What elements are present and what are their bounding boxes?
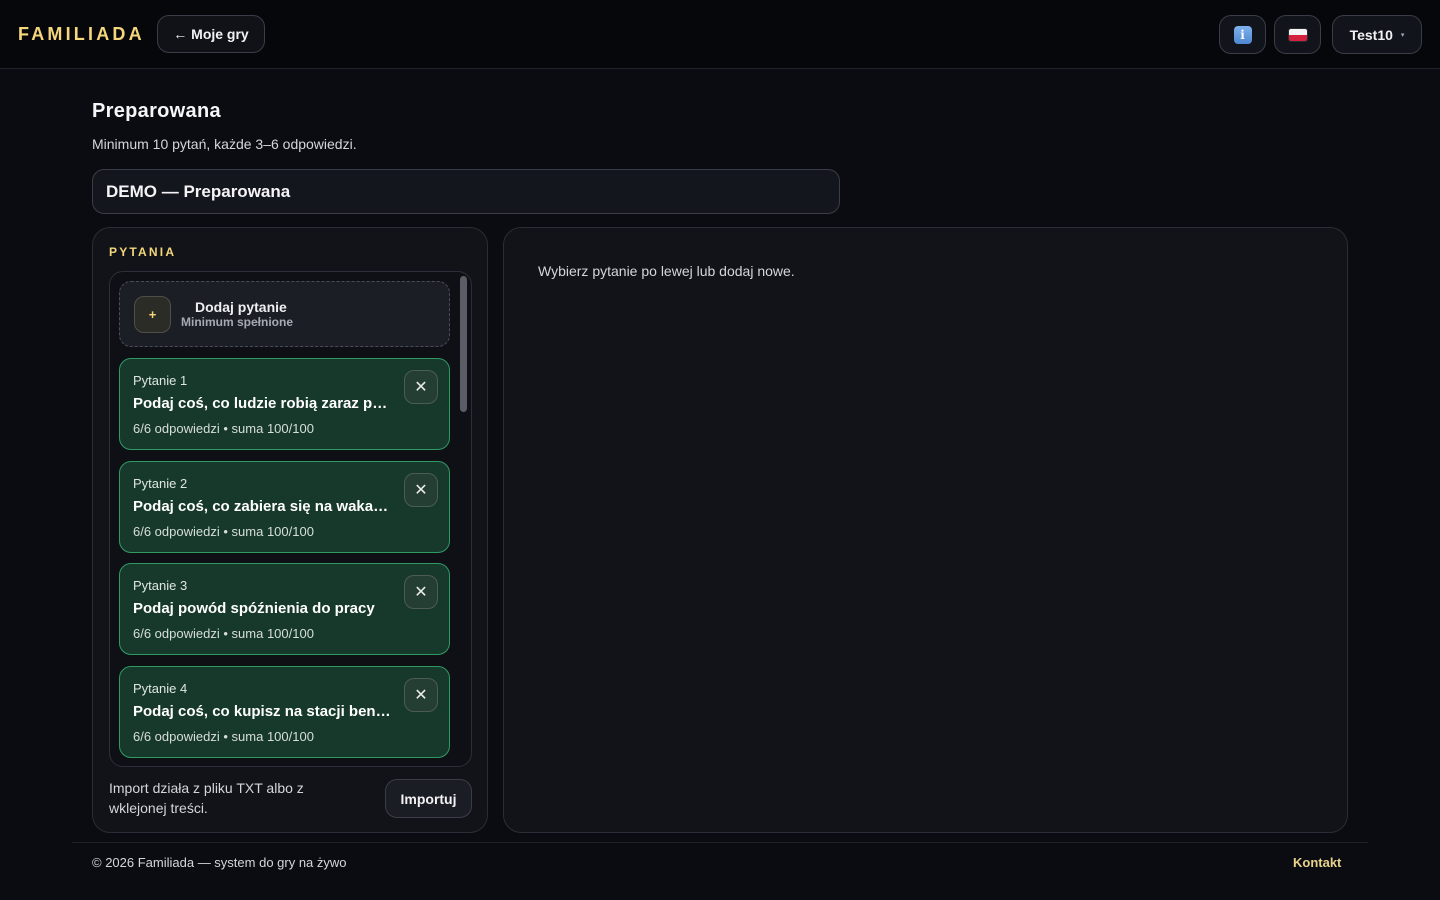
meta-separator: • (223, 524, 228, 539)
top-bar: FAMILIADA ← Moje gry i Test10 ▾ (0, 0, 1440, 69)
question-card-4[interactable]: Pytanie 4 Podaj coś, co kupisz na stacji… (119, 666, 450, 758)
question-number: Pytanie 2 (133, 476, 188, 491)
user-name: Test10 (1349, 26, 1393, 43)
question-text: Podaj coś, co kupisz na stacji benzynowe… (133, 703, 393, 720)
info-button[interactable]: i (1219, 15, 1266, 54)
info-icon: i (1233, 25, 1252, 44)
question-meta: 6/6 odpowiedzi • suma 100/100 (133, 421, 314, 436)
brand-logo[interactable]: FAMILIADA (18, 24, 145, 45)
question-text: Podaj coś, co ludzie robią zaraz po prze… (133, 395, 393, 412)
user-menu-button[interactable]: Test10 ▾ (1332, 15, 1422, 54)
back-to-my-games-button[interactable]: ← Moje gry (157, 15, 265, 53)
game-name-input[interactable] (92, 169, 840, 214)
question-answers-count: 6/6 odpowiedzi (133, 729, 220, 744)
delete-question-button[interactable]: ✕ (404, 678, 438, 712)
question-meta: 6/6 odpowiedzi • suma 100/100 (133, 626, 314, 641)
question-text: Podaj powód spóźnienia do pracy (133, 600, 375, 617)
question-editor-panel: Wybierz pytanie po lewej lub dodaj nowe. (503, 227, 1348, 833)
close-icon: ✕ (414, 584, 428, 601)
delete-question-button[interactable]: ✕ (404, 370, 438, 404)
question-answers-count: 6/6 odpowiedzi (133, 626, 220, 641)
add-question-card[interactable]: + Dodaj pytanie Minimum spełnione (119, 281, 450, 347)
question-meta: 6/6 odpowiedzi • suma 100/100 (133, 729, 314, 744)
page-subtitle: Minimum 10 pytań, każde 3–6 odpowiedzi. (92, 136, 357, 152)
poland-flag-icon (1288, 28, 1307, 41)
question-card-2[interactable]: Pytanie 2 Podaj coś, co zabiera się na w… (119, 461, 450, 553)
plus-icon: + (134, 296, 171, 333)
question-number: Pytanie 4 (133, 681, 188, 696)
questions-list-scrollbar[interactable] (460, 276, 467, 412)
import-note: Import działa z pliku TXT albo z wklejon… (109, 780, 304, 816)
question-points-sum: suma 100/100 (231, 524, 314, 539)
question-answers-count: 6/6 odpowiedzi (133, 421, 220, 436)
question-meta: 6/6 odpowiedzi • suma 100/100 (133, 524, 314, 539)
footer-copyright: © 2026 Familiada — system do gry na żywo (92, 855, 347, 870)
question-card-1[interactable]: Pytanie 1 Podaj coś, co ludzie robią zar… (119, 358, 450, 450)
question-number: Pytanie 1 (133, 373, 188, 388)
language-button[interactable] (1274, 15, 1321, 54)
question-points-sum: suma 100/100 (231, 626, 314, 641)
footer-divider (72, 842, 1368, 843)
delete-question-button[interactable]: ✕ (404, 575, 438, 609)
contact-link[interactable]: Kontakt (1293, 855, 1341, 870)
caret-down-icon: ▾ (1400, 31, 1405, 39)
page-title: Preparowana (92, 100, 221, 122)
question-points-sum: suma 100/100 (231, 421, 314, 436)
import-button[interactable]: Importuj (385, 779, 472, 818)
questions-list[interactable]: + Dodaj pytanie Minimum spełnione Pytani… (109, 271, 472, 767)
question-number: Pytanie 3 (133, 578, 188, 593)
questions-panel: PYTANIA + Dodaj pytanie Minimum spełnion… (92, 227, 488, 833)
editor-empty-hint: Wybierz pytanie po lewej lub dodaj nowe. (538, 263, 795, 279)
meta-separator: • (223, 729, 228, 744)
question-points-sum: suma 100/100 (231, 729, 314, 744)
question-answers-count: 6/6 odpowiedzi (133, 524, 220, 539)
meta-separator: • (223, 421, 228, 436)
add-question-subtitle: Minimum spełnione (181, 315, 294, 329)
close-icon: ✕ (414, 482, 428, 499)
add-question-title: Dodaj pytanie (195, 299, 287, 315)
close-icon: ✕ (414, 379, 428, 396)
meta-separator: • (223, 626, 228, 641)
question-card-3[interactable]: Pytanie 3 Podaj powód spóźnienia do prac… (119, 563, 450, 655)
delete-question-button[interactable]: ✕ (404, 473, 438, 507)
question-text: Podaj coś, co zabiera się na wakacje (133, 498, 393, 515)
close-icon: ✕ (414, 687, 428, 704)
questions-panel-label: PYTANIA (109, 245, 177, 259)
